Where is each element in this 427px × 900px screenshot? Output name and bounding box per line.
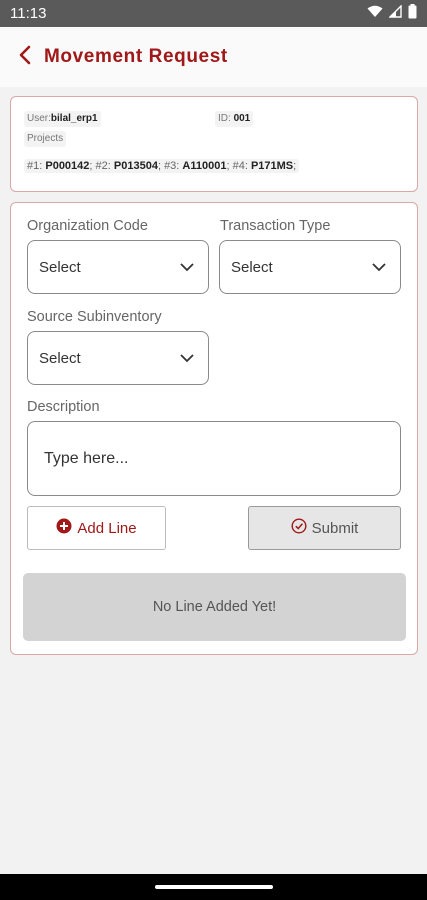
submit-button[interactable]: Submit [248,506,401,550]
project-separator: ; [293,160,297,172]
organization-code-label: Organization Code [27,218,148,234]
add-line-label: Add Line [77,519,137,537]
id-chip: ID: 001 [215,111,254,127]
user-value: bilal_erp1 [50,113,98,124]
project-code: P000142 [45,160,90,172]
app-bar: Movement Request [0,27,427,87]
projects-label: Projects [24,131,67,147]
source-subinventory-value: Select [39,349,81,367]
home-indicator[interactable] [154,885,273,889]
chevron-left-icon [18,45,32,70]
movement-form: Organization Code Select Transaction Typ… [10,202,418,655]
project-code: P171MS [250,160,294,172]
transaction-type-value: Select [231,258,273,276]
user-label: User: [27,113,51,124]
add-line-button[interactable]: Add Line [27,506,166,550]
submit-label: Submit [311,519,359,537]
project-prefix: #2: [95,160,114,172]
transaction-type-select[interactable]: Select [219,240,401,294]
lines-empty-state: No Line Added Yet! [23,573,406,641]
project-prefix: #1: [27,160,46,172]
system-nav-bar [0,874,427,900]
project-prefix: #3: [164,160,183,172]
back-button[interactable] [14,42,36,72]
project-code: P013504 [113,160,158,172]
description-input[interactable]: Type here... [27,421,401,496]
project-code: A110001 [182,160,227,172]
status-icons [367,4,417,23]
wifi-icon [367,5,383,22]
organization-code-value: Select [39,258,81,276]
check-circle-icon [291,518,307,538]
description-placeholder: Type here... [44,449,129,467]
chevron-down-icon [180,259,194,276]
chevron-down-icon [180,350,194,367]
source-subinventory-select[interactable]: Select [27,331,209,385]
organization-code-select[interactable]: Select [27,240,209,294]
projects-list: #1: P000142; #2: P013504; #3: A110001; #… [24,159,300,173]
id-label: ID: [218,113,234,124]
chevron-down-icon [372,259,386,276]
info-card: User:bilal_erp1 ID: 001 Projects #1: P00… [10,96,418,192]
user-chip: User:bilal_erp1 [24,111,101,127]
signal-icon [388,4,402,22]
status-bar: 11:13 [0,0,427,27]
id-value: 001 [233,113,251,124]
page-title: Movement Request [44,46,228,67]
status-time: 11:13 [10,5,47,22]
transaction-type-label: Transaction Type [220,218,331,234]
source-subinventory-label: Source Subinventory [27,309,162,325]
battery-icon [408,4,417,23]
description-label: Description [27,399,100,415]
plus-circle-icon [56,518,72,538]
project-prefix: #4: [232,160,251,172]
empty-message: No Line Added Yet! [152,599,277,615]
